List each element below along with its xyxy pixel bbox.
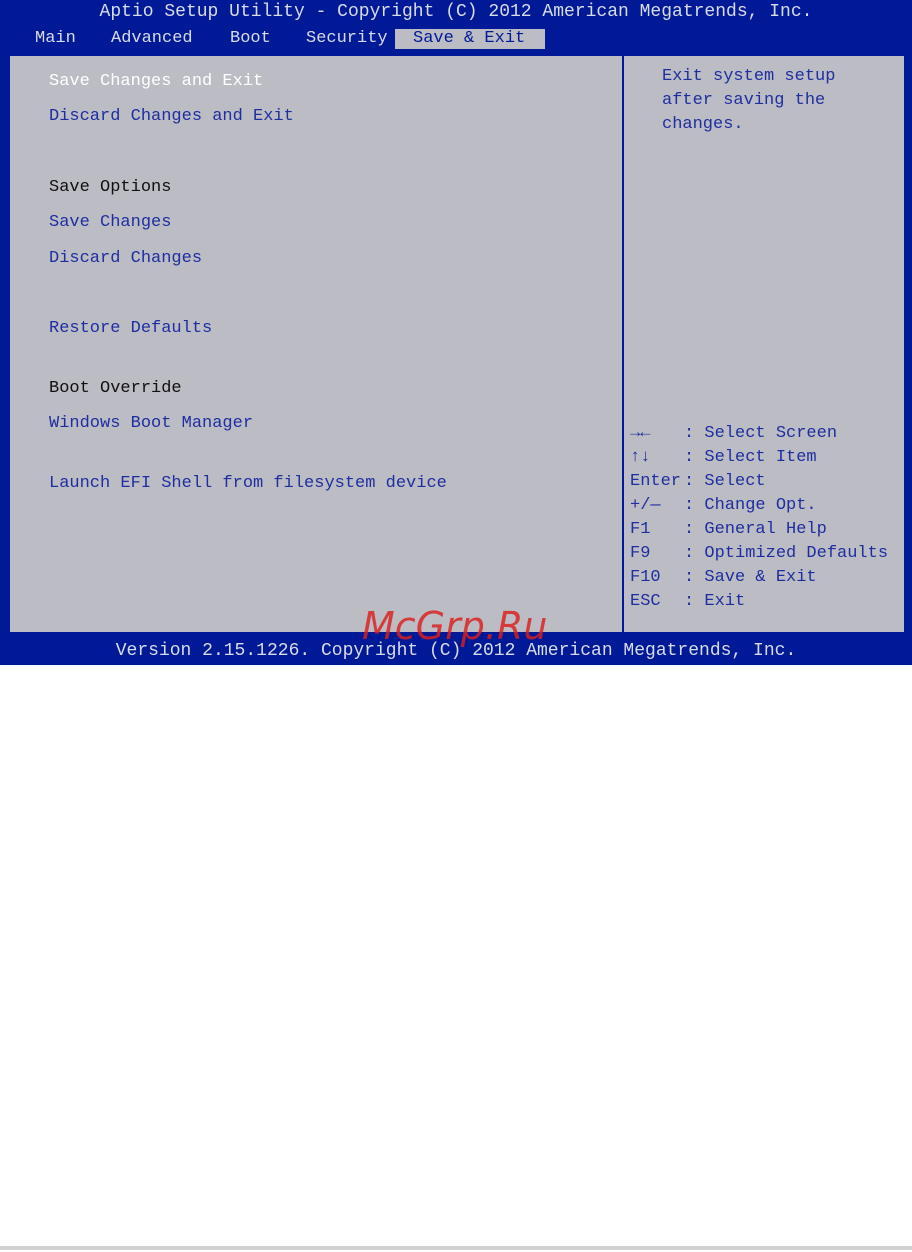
save-options-heading: Save Options [49,178,172,197]
help-text: Exit system setup after saving the changes… [662,65,835,137]
key-desc: : Select Item [684,448,817,467]
tab-advanced[interactable]: Advanced [111,29,193,49]
key-label: ESC [630,592,661,611]
help-line: changes. [662,115,744,134]
key-label: F1 [630,520,651,539]
key-label: Enter [630,472,682,491]
help-line: Exit system setup [662,67,836,86]
key-row-enter: Enter : Select [630,470,766,494]
watermark: McGrp.Ru [362,604,548,648]
tab-main[interactable]: Main [35,29,76,49]
restore-defaults-item[interactable]: Restore Defaults [49,319,212,339]
launch-efi-shell-item[interactable]: Launch EFI Shell from filesystem device [49,474,447,494]
key-row-save-exit: F10 : Save & Exit [630,566,817,590]
key-desc: : Select Screen [684,424,838,443]
bios-title: Aptio Setup Utility - Copyright (C) 2012… [99,2,813,22]
tab-bar: Main Advanced Boot Security Save & Exit [0,29,912,51]
key-label: F9 [630,544,651,563]
tab-save-exit[interactable]: Save & Exit [395,29,546,49]
discard-changes-item[interactable]: Discard Changes [49,249,202,269]
windows-boot-manager-item[interactable]: Windows Boot Manager [49,414,253,434]
boot-override-heading: Boot Override [49,379,182,398]
help-line: after saving the [662,91,826,110]
up-down-arrows-icon: ↑↓ [630,448,651,467]
key-row-general-help: F1 : General Help [630,518,827,542]
page-bottom-rule [0,1246,912,1250]
key-desc: : Exit [684,592,746,611]
key-row-exit: ESC : Exit [630,590,745,614]
left-right-arrows-icon: →← [630,424,651,443]
key-desc: : Change Opt. [684,496,817,515]
key-desc: : Select [684,472,766,491]
tab-boot[interactable]: Boot [230,29,271,49]
panel-divider [622,56,624,632]
key-row-select-screen: →← : Select Screen [630,422,837,446]
tab-security[interactable]: Security [306,29,388,49]
save-changes-and-exit-item[interactable]: Save Changes and Exit [49,72,263,92]
key-row-select-item: ↑↓ : Select Item [630,446,817,470]
bios-screen: Aptio Setup Utility - Copyright (C) 2012… [0,0,912,665]
key-desc: : Save & Exit [684,568,817,587]
save-changes-item[interactable]: Save Changes [49,213,171,233]
key-legend: →← : Select Screen ↑↓ : Select Item Ente… [630,422,888,614]
key-label: F10 [630,568,661,587]
key-row-optimized-defaults: F9 : Optimized Defaults [630,542,888,566]
key-row-change-opt: +/— : Change Opt. [630,494,817,518]
key-desc: : Optimized Defaults [684,544,889,563]
key-label: +/— [630,496,661,515]
main-panel: Save Changes and Exit Discard Changes an… [8,54,906,634]
key-desc: : General Help [684,520,827,539]
discard-changes-and-exit-item[interactable]: Discard Changes and Exit [49,107,294,127]
